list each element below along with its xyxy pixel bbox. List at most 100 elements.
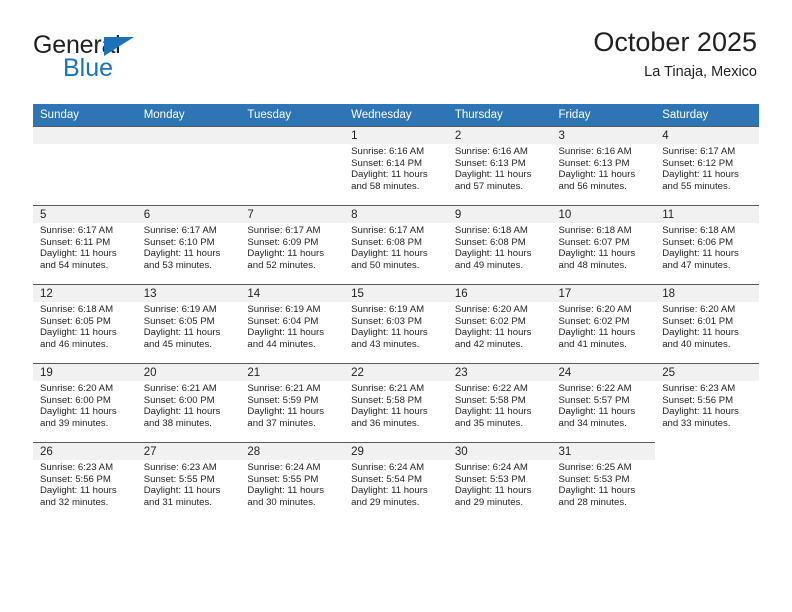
day-cell[interactable]: 5 Sunrise: 6:17 AM Sunset: 6:11 PM Daylight… xyxy=(33,205,137,285)
daylight-text-line1: Daylight: 11 hours xyxy=(454,169,532,181)
day-number: 11 xyxy=(655,206,759,223)
day-cell[interactable]: 12 Sunrise: 6:18 AM Sunset: 6:05 PM Dayligh… xyxy=(33,284,137,364)
sunrise-text: Sunrise: 6:22 AM xyxy=(558,383,632,394)
day-number: 9 xyxy=(447,206,552,223)
day-cell[interactable]: 30 Sunrise: 6:24 AM Sunset: 5:53 PM Dayligh… xyxy=(447,442,552,521)
daylight-text-line2: and 34 minutes. xyxy=(558,417,627,429)
day-number: 31 xyxy=(551,443,656,460)
day-details: Sunrise: 6:21 AM Sunset: 6:00 PM Daylight:… xyxy=(137,381,241,429)
daylight-text-line1: Daylight: 11 hours xyxy=(558,327,636,339)
day-details: Sunrise: 6:17 AM Sunset: 6:11 PM Daylight:… xyxy=(33,223,137,271)
day-cell-inner xyxy=(33,127,137,205)
week-row: 1 Sunrise: 6:16 AM Sunset: 6:14 PM Daylight… xyxy=(33,126,759,206)
sunrise-text: Sunrise: 6:19 AM xyxy=(351,304,425,315)
sunset-text: Sunset: 6:04 PM xyxy=(247,315,319,327)
day-cell[interactable]: 16 Sunrise: 6:20 AM Sunset: 6:02 PM Dayligh… xyxy=(447,284,552,364)
daylight-text-line2: and 55 minutes. xyxy=(662,180,731,192)
day-details: Sunrise: 6:17 AM Sunset: 6:09 PM Daylight:… xyxy=(240,223,344,271)
day-number: 25 xyxy=(655,364,759,381)
daylight-text-line1: Daylight: 11 hours xyxy=(454,327,532,339)
day-cell[interactable]: 24 Sunrise: 6:22 AM Sunset: 5:57 PM Dayligh… xyxy=(551,363,656,443)
day-cell-inner: 20 Sunrise: 6:21 AM Sunset: 6:00 PM Dayligh… xyxy=(136,364,241,442)
day-cell-inner: 24 Sunrise: 6:22 AM Sunset: 5:57 PM Dayligh… xyxy=(551,364,656,442)
daylight-text-line2: and 58 minutes. xyxy=(351,180,420,192)
day-number: 30 xyxy=(447,443,552,460)
day-number: 17 xyxy=(551,285,656,302)
day-cell[interactable]: 22 Sunrise: 6:21 AM Sunset: 5:58 PM Dayligh… xyxy=(344,363,448,443)
day-cell[interactable]: 20 Sunrise: 6:21 AM Sunset: 6:00 PM Dayligh… xyxy=(136,363,241,443)
day-cell[interactable]: 17 Sunrise: 6:20 AM Sunset: 6:02 PM Dayligh… xyxy=(551,284,656,364)
day-details: Sunrise: 6:16 AM Sunset: 6:14 PM Daylight:… xyxy=(344,144,448,192)
day-details: Sunrise: 6:24 AM Sunset: 5:54 PM Daylight:… xyxy=(344,460,448,508)
day-cell-empty xyxy=(655,442,759,521)
sunrise-text: Sunrise: 6:23 AM xyxy=(40,462,114,473)
sunset-text: Sunset: 5:55 PM xyxy=(143,473,215,485)
daylight-text-line1: Daylight: 11 hours xyxy=(40,406,117,418)
day-number: 23 xyxy=(447,364,552,381)
day-cell[interactable]: 2 Sunrise: 6:16 AM Sunset: 6:13 PM Daylight… xyxy=(447,126,552,206)
day-cell[interactable]: 31 Sunrise: 6:25 AM Sunset: 5:53 PM Dayligh… xyxy=(551,442,656,521)
daylight-text-line1: Daylight: 11 hours xyxy=(558,248,636,260)
day-cell-inner: 29 Sunrise: 6:24 AM Sunset: 5:54 PM Dayligh… xyxy=(344,443,448,521)
day-cell[interactable]: 15 Sunrise: 6:19 AM Sunset: 6:03 PM Dayligh… xyxy=(344,284,448,364)
day-cell-inner: 15 Sunrise: 6:19 AM Sunset: 6:03 PM Dayligh… xyxy=(344,285,448,363)
day-number: 24 xyxy=(551,364,656,381)
day-cell-inner: 11 Sunrise: 6:18 AM Sunset: 6:06 PM Dayligh… xyxy=(655,206,759,284)
day-number: 16 xyxy=(447,285,552,302)
day-details: Sunrise: 6:20 AM Sunset: 6:00 PM Daylight:… xyxy=(33,381,137,429)
day-cell[interactable]: 19 Sunrise: 6:20 AM Sunset: 6:00 PM Dayligh… xyxy=(33,363,137,443)
day-cell[interactable]: 11 Sunrise: 6:18 AM Sunset: 6:06 PM Dayligh… xyxy=(655,205,759,285)
day-cell-empty xyxy=(136,126,241,206)
day-number: 21 xyxy=(240,364,345,381)
day-details: Sunrise: 6:21 AM Sunset: 5:58 PM Daylight:… xyxy=(344,381,448,429)
sunset-text: Sunset: 5:56 PM xyxy=(662,394,734,406)
day-cell-inner: 8 Sunrise: 6:17 AM Sunset: 6:08 PM Daylight… xyxy=(344,206,448,284)
sunset-text: Sunset: 5:57 PM xyxy=(558,394,630,406)
day-cell-inner: 19 Sunrise: 6:20 AM Sunset: 6:00 PM Dayligh… xyxy=(33,364,137,442)
sunset-text: Sunset: 5:58 PM xyxy=(454,394,526,406)
sunset-text: Sunset: 5:53 PM xyxy=(454,473,526,485)
day-cell[interactable]: 10 Sunrise: 6:18 AM Sunset: 6:07 PM Dayligh… xyxy=(551,205,656,285)
day-cell[interactable]: 3 Sunrise: 6:16 AM Sunset: 6:13 PM Daylight… xyxy=(551,126,656,206)
daylight-text-line2: and 31 minutes. xyxy=(143,496,212,508)
page-header: General Blue October 2025 La Tinaja, Mex… xyxy=(0,0,792,100)
sunset-text: Sunset: 6:11 PM xyxy=(40,236,111,248)
day-details: Sunrise: 6:19 AM Sunset: 6:05 PM Daylight:… xyxy=(137,302,241,350)
day-cell[interactable]: 25 Sunrise: 6:23 AM Sunset: 5:56 PM Dayligh… xyxy=(655,363,759,443)
day-cell[interactable]: 9 Sunrise: 6:18 AM Sunset: 6:08 PM Daylight… xyxy=(447,205,552,285)
day-number: 5 xyxy=(33,206,137,223)
day-cell[interactable]: 18 Sunrise: 6:20 AM Sunset: 6:01 PM Dayligh… xyxy=(655,284,759,364)
day-cell[interactable]: 6 Sunrise: 6:17 AM Sunset: 6:10 PM Daylight… xyxy=(136,205,241,285)
sunset-text: Sunset: 5:58 PM xyxy=(351,394,423,406)
day-number: 28 xyxy=(240,443,345,460)
daylight-text-line1: Daylight: 11 hours xyxy=(558,485,636,497)
daylight-text-line2: and 43 minutes. xyxy=(351,338,420,350)
day-cell[interactable]: 26 Sunrise: 6:23 AM Sunset: 5:56 PM Dayligh… xyxy=(33,442,137,521)
sunrise-text: Sunrise: 6:17 AM xyxy=(662,146,736,157)
sunrise-text: Sunrise: 6:24 AM xyxy=(247,462,321,473)
day-cell-inner: 7 Sunrise: 6:17 AM Sunset: 6:09 PM Daylight… xyxy=(240,206,345,284)
day-cell[interactable]: 4 Sunrise: 6:17 AM Sunset: 6:12 PM Daylight… xyxy=(655,126,759,206)
day-cell[interactable]: 1 Sunrise: 6:16 AM Sunset: 6:14 PM Daylight… xyxy=(344,126,448,206)
daylight-text-line2: and 54 minutes. xyxy=(40,259,109,271)
day-cell[interactable]: 7 Sunrise: 6:17 AM Sunset: 6:09 PM Daylight… xyxy=(240,205,345,285)
general-blue-logo[interactable]: General Blue xyxy=(33,33,213,89)
day-cell[interactable]: 27 Sunrise: 6:23 AM Sunset: 5:55 PM Dayligh… xyxy=(136,442,241,521)
day-cell[interactable]: 28 Sunrise: 6:24 AM Sunset: 5:55 PM Dayligh… xyxy=(240,442,345,521)
day-cell[interactable]: 21 Sunrise: 6:21 AM Sunset: 5:59 PM Dayligh… xyxy=(240,363,345,443)
sunset-text: Sunset: 6:13 PM xyxy=(454,157,526,169)
day-cell[interactable]: 14 Sunrise: 6:19 AM Sunset: 6:04 PM Dayligh… xyxy=(240,284,345,364)
daylight-text-line1: Daylight: 11 hours xyxy=(143,485,221,497)
day-cell[interactable]: 13 Sunrise: 6:19 AM Sunset: 6:05 PM Dayligh… xyxy=(136,284,241,364)
daylight-text-line2: and 57 minutes. xyxy=(454,180,524,192)
day-number: 12 xyxy=(33,285,137,302)
sunrise-text: Sunrise: 6:23 AM xyxy=(143,462,217,473)
day-cell[interactable]: 23 Sunrise: 6:22 AM Sunset: 5:58 PM Dayligh… xyxy=(447,363,552,443)
day-cell[interactable]: 29 Sunrise: 6:24 AM Sunset: 5:54 PM Dayligh… xyxy=(344,442,448,521)
daylight-text-line1: Daylight: 11 hours xyxy=(558,406,636,418)
sunrise-text: Sunrise: 6:21 AM xyxy=(351,383,425,394)
week-row: 19 Sunrise: 6:20 AM Sunset: 6:00 PM Dayligh… xyxy=(33,363,759,443)
day-cell[interactable]: 8 Sunrise: 6:17 AM Sunset: 6:08 PM Daylight… xyxy=(344,205,448,285)
daylight-text-line1: Daylight: 11 hours xyxy=(247,485,325,497)
sunrise-text: Sunrise: 6:19 AM xyxy=(247,304,321,315)
